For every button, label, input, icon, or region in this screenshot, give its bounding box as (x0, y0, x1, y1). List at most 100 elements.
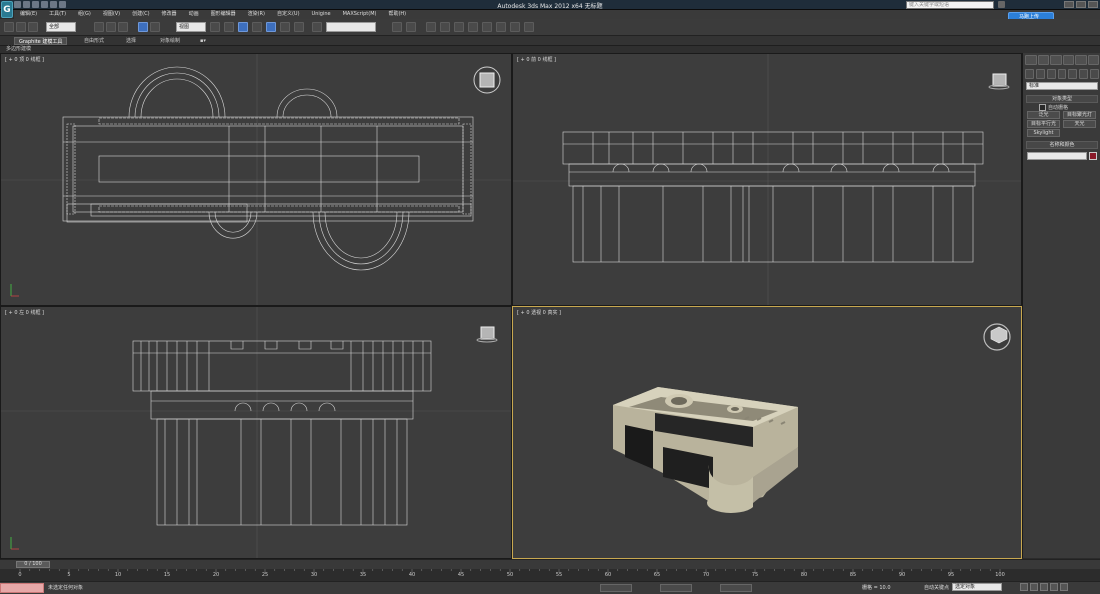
play-icon[interactable] (1040, 583, 1048, 591)
motion-tab-icon[interactable] (1062, 55, 1074, 65)
create-tab-icon[interactable] (1025, 55, 1037, 65)
systems-icon[interactable] (1090, 69, 1100, 79)
rendered-frame-icon[interactable] (510, 22, 520, 32)
selection-filter-select[interactable]: 全部 (46, 22, 76, 32)
viewport-front[interactable]: [ + 0 前 0 线框 ] (512, 53, 1022, 306)
menu-item[interactable]: Unigine (306, 10, 337, 19)
menu-item[interactable]: 自定义(U) (271, 10, 306, 19)
previous-frame-icon[interactable] (1030, 583, 1038, 591)
schematic-view-icon[interactable] (468, 22, 478, 32)
layer-manager-icon[interactable] (426, 22, 436, 32)
unlink-icon[interactable] (16, 22, 26, 32)
menu-item[interactable]: 动画 (183, 10, 205, 19)
hierarchy-tab-icon[interactable] (1050, 55, 1062, 65)
menu-item[interactable]: 工具(T) (43, 10, 72, 19)
object-name-input[interactable] (1027, 152, 1087, 160)
keyboard-shortcut-override-icon[interactable] (238, 22, 248, 32)
menu-item[interactable]: 视图(V) (97, 10, 126, 19)
select-by-name-icon[interactable] (106, 22, 116, 32)
key-filter-select[interactable]: 选定对象 (952, 583, 1002, 591)
object-button[interactable]: Skylight (1027, 129, 1060, 137)
ribbon-tab-selection[interactable]: 选择 (122, 37, 140, 45)
x-coordinate-field[interactable] (600, 584, 632, 592)
category-select[interactable]: 标准 (1026, 82, 1098, 90)
minimize-icon[interactable] (1064, 1, 1074, 8)
goto-end-icon[interactable] (1060, 583, 1068, 591)
rectangular-selection-icon[interactable] (118, 22, 128, 32)
viewport-top[interactable]: [ + 0 顶 0 线框 ] (0, 53, 512, 306)
application-menu-button[interactable]: G (1, 1, 13, 18)
mirror-icon[interactable] (392, 22, 402, 32)
object-button[interactable]: 天光 (1063, 120, 1096, 128)
object-button[interactable]: 目标聚光灯 (1063, 111, 1096, 119)
curve-editor-icon[interactable] (454, 22, 464, 32)
auto-key-button[interactable]: 自动关键点 (924, 584, 949, 591)
save-file-icon[interactable] (32, 1, 39, 8)
goto-start-icon[interactable] (1020, 583, 1028, 591)
lights-icon[interactable] (1046, 69, 1056, 79)
object-button[interactable]: 泛光 (1027, 111, 1060, 119)
select-and-rotate-icon[interactable] (150, 22, 160, 32)
object-color-swatch[interactable] (1089, 152, 1097, 160)
select-and-move-icon[interactable] (138, 22, 148, 32)
rollout-name-color[interactable]: 名称和颜色 (1026, 141, 1098, 149)
utilities-tab-icon[interactable] (1087, 55, 1099, 65)
next-frame-icon[interactable] (1050, 583, 1058, 591)
ribbon-tab-graphite[interactable]: Graphite 建模工具 (14, 37, 68, 45)
object-button[interactable]: 目标平行光 (1027, 120, 1060, 128)
graphite-toggle-icon[interactable] (440, 22, 450, 32)
spinner-snap-icon[interactable] (294, 22, 304, 32)
menu-item[interactable]: 创建(C) (126, 10, 155, 19)
snaps-toggle-icon[interactable] (252, 22, 262, 32)
menu-item[interactable]: 编辑(E) (14, 10, 43, 19)
percent-snap-icon[interactable] (280, 22, 290, 32)
select-object-icon[interactable] (94, 22, 104, 32)
maxscript-listener[interactable] (0, 583, 44, 593)
menu-item[interactable]: 修改器 (156, 10, 183, 19)
menu-item[interactable]: MAXScript(M) (337, 10, 383, 19)
reference-coordinate-select[interactable]: 视图 (176, 22, 206, 32)
align-icon[interactable] (406, 22, 416, 32)
undo-icon[interactable] (41, 1, 48, 8)
time-slider[interactable]: 0 / 100 (16, 561, 50, 568)
shapes-icon[interactable] (1035, 69, 1045, 79)
ribbon-options-icon[interactable]: ▪▾ (196, 37, 210, 45)
menu-item[interactable]: 图形编辑器 (205, 10, 242, 19)
menu-item[interactable]: 组(G) (72, 10, 97, 19)
modify-tab-icon[interactable] (1037, 55, 1049, 65)
search-input[interactable]: 键入关键字或短语 (906, 1, 994, 9)
pivot-center-icon[interactable] (210, 22, 220, 32)
render-setup-icon[interactable] (496, 22, 506, 32)
angle-snap-icon[interactable] (266, 22, 276, 32)
display-tab-icon[interactable] (1075, 55, 1087, 65)
close-icon[interactable] (1088, 1, 1098, 8)
select-manipulate-icon[interactable] (224, 22, 234, 32)
project-folder-icon[interactable] (59, 1, 66, 8)
geometry-icon[interactable] (1025, 69, 1034, 79)
autogrid-checkbox[interactable]: 自动栅格 (1039, 104, 1068, 111)
spacewarps-icon[interactable] (1079, 69, 1089, 79)
helpers-icon[interactable] (1068, 69, 1078, 79)
link-icon[interactable] (4, 22, 14, 32)
named-selection-sets-select[interactable] (326, 22, 376, 32)
named-selection-icon[interactable] (312, 22, 322, 32)
material-editor-icon[interactable] (482, 22, 492, 32)
open-file-icon[interactable] (23, 1, 30, 8)
cameras-icon[interactable] (1057, 69, 1067, 79)
y-coordinate-field[interactable] (660, 584, 692, 592)
viewport-left[interactable]: [ + 0 左 0 线框 ] (0, 306, 512, 559)
track-bar[interactable]: 0 5 10 15 20 25 30 35 40 45 50 55 60 65 70 75 80 85 90 95 10… (0, 569, 1100, 581)
bind-spacewarp-icon[interactable] (28, 22, 38, 32)
menu-item[interactable]: 渲染(R) (242, 10, 271, 19)
maximize-icon[interactable] (1076, 1, 1086, 8)
ribbon-tab-object-paint[interactable]: 对象绘制 (156, 37, 184, 45)
new-file-icon[interactable] (14, 1, 21, 8)
z-coordinate-field[interactable] (720, 584, 752, 592)
ribbon-tab-freeform[interactable]: 自由形式 (80, 37, 108, 45)
viewport-perspective[interactable]: [ + 0 透视 0 真实 ] (512, 306, 1022, 559)
search-icon[interactable] (998, 1, 1005, 8)
rollout-object-type[interactable]: 对象类型 (1026, 95, 1098, 103)
render-production-icon[interactable] (524, 22, 534, 32)
menu-item[interactable]: 帮助(H) (382, 10, 412, 19)
redo-icon[interactable] (50, 1, 57, 8)
